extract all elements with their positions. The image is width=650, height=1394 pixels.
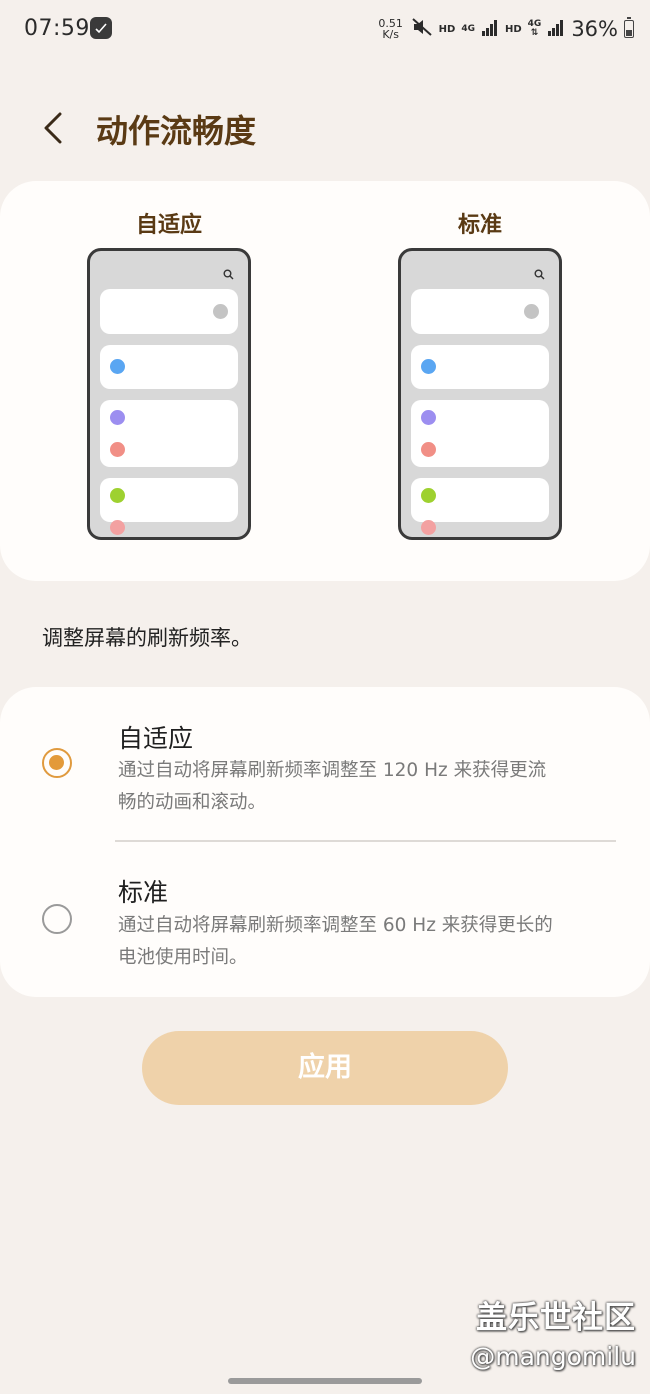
- illustration-tile: [411, 400, 549, 467]
- preview-card: 自适应 标准: [0, 181, 650, 581]
- illustration-dot: [421, 410, 436, 425]
- net-speed: 0.51 K/s: [377, 18, 405, 40]
- mute-icon: [411, 17, 433, 41]
- data-arrows-icon: ⇅: [530, 28, 539, 38]
- option-standard-desc: 通过自动将屏幕刷新频率调整至 60 Hz 来获得更长的 电池使用时间。: [118, 910, 618, 974]
- signal-icon-1: [481, 18, 499, 40]
- option-standard-desc-line1: 通过自动将屏幕刷新频率调整至 60 Hz 来获得更长的: [118, 915, 553, 936]
- hd-label-2: HD: [504, 23, 522, 35]
- illustration-tile: [411, 345, 549, 389]
- watermark-handle: @mangomilu: [470, 1342, 636, 1371]
- option-adaptive[interactable]: 自适应 通过自动将屏幕刷新频率调整至 120 Hz 来获得更流 畅的动画和滚动。: [0, 687, 650, 842]
- illustration-dot: [110, 359, 125, 374]
- apply-button[interactable]: 应用: [142, 1031, 508, 1105]
- preview-label-adaptive: 自适应: [135, 213, 202, 238]
- illustration-dot: [421, 488, 436, 503]
- illustration-dot: [110, 520, 125, 535]
- divider: [115, 840, 616, 842]
- option-adaptive-desc-line2: 畅的动画和滚动。: [118, 792, 267, 813]
- illustration-dot: [524, 304, 539, 319]
- battery-icon: [624, 17, 634, 38]
- illustration-tile: [100, 289, 238, 334]
- radio-standard[interactable]: [42, 904, 72, 934]
- page-title: 动作流畅度: [96, 112, 257, 150]
- options-card: 自适应 通过自动将屏幕刷新频率调整至 120 Hz 来获得更流 畅的动画和滚动。…: [0, 687, 650, 997]
- lte-label-1: 4G: [461, 23, 475, 34]
- illustration-dot: [213, 304, 228, 319]
- back-button[interactable]: [36, 106, 76, 150]
- option-adaptive-desc-line1: 通过自动将屏幕刷新频率调整至 120 Hz 来获得更流: [118, 760, 547, 781]
- battery-percent: 36%: [571, 17, 618, 41]
- search-icon: [223, 269, 234, 280]
- lte-2: 4G ⇅: [528, 20, 542, 38]
- net-speed-unit: K/s: [382, 28, 399, 41]
- hd-label-1: HD: [438, 23, 456, 35]
- radio-adaptive[interactable]: [42, 748, 72, 778]
- illustration-dot: [421, 520, 436, 535]
- option-standard-desc-line2: 电池使用时间。: [118, 947, 248, 968]
- description-text: 调整屏幕的刷新频率。: [42, 626, 252, 650]
- preview-standard: 标准: [390, 181, 570, 581]
- illustration-tile: [411, 289, 549, 334]
- illustration-dot: [421, 359, 436, 374]
- illustration-tile: [100, 478, 238, 535]
- option-adaptive-desc: 通过自动将屏幕刷新频率调整至 120 Hz 来获得更流 畅的动画和滚动。: [118, 755, 618, 819]
- status-bar: 07:59 0.51 K/s HD 4G HD 4G ⇅ 36%: [0, 0, 650, 60]
- option-standard-title: 标准: [118, 878, 169, 907]
- option-adaptive-title: 自适应: [118, 724, 194, 753]
- signal-icon-2: [547, 18, 565, 40]
- notification-app-icon: [90, 17, 112, 39]
- watermark-title: 盖乐世社区: [476, 1300, 636, 1336]
- chevron-left-icon: [44, 112, 62, 144]
- lte-1: 4G: [461, 23, 475, 34]
- status-icons: 0.51 K/s HD 4G HD 4G ⇅ 36%: [377, 14, 634, 44]
- search-icon: [534, 269, 545, 280]
- illustration-dot: [110, 442, 125, 457]
- phone-illustration-adaptive: [87, 248, 251, 540]
- preview-adaptive: 自适应: [79, 181, 259, 581]
- illustration-tile: [100, 400, 238, 467]
- status-time: 07:59: [24, 16, 90, 41]
- home-indicator[interactable]: [228, 1378, 422, 1384]
- preview-label-standard: 标准: [457, 213, 502, 238]
- illustration-tile: [411, 478, 549, 535]
- option-standard[interactable]: 标准 通过自动将屏幕刷新频率调整至 60 Hz 来获得更长的 电池使用时间。: [0, 843, 650, 997]
- illustration-dot: [110, 488, 125, 503]
- illustration-dot: [110, 410, 125, 425]
- phone-illustration-standard: [398, 248, 562, 540]
- illustration-dot: [421, 442, 436, 457]
- illustration-tile: [100, 345, 238, 389]
